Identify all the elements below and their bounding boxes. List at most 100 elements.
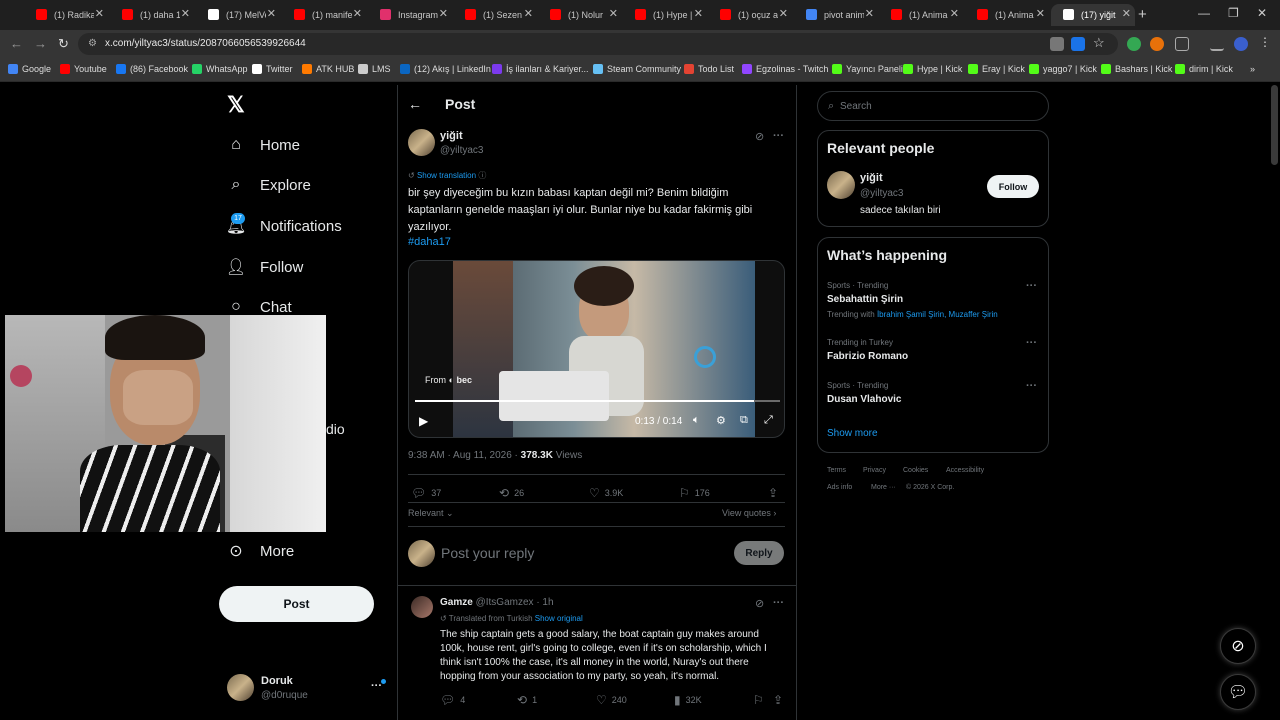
bookmark-item[interactable]: (12) Akış | LinkedIn [400,64,491,74]
extension-orange-icon[interactable] [1150,37,1164,51]
close-tab-icon[interactable]: ✕ [1036,7,1045,20]
close-window-icon[interactable]: ✕ [1257,6,1267,20]
trend-more-icon[interactable]: ··· [1026,337,1037,349]
sidebar-item-follow[interactable]: 👤︎ Follow [226,257,304,277]
browser-tab[interactable]: (1) manife ✕ [282,4,366,26]
close-tab-icon[interactable]: ✕ [609,7,618,20]
browser-tab[interactable]: (1) Anima ✕ [965,4,1049,26]
video-source-name[interactable]: bec [456,375,472,385]
post-author-name[interactable]: yiğit [440,130,463,142]
info-icon[interactable]: ⓘ [478,171,486,180]
reply-action[interactable]: 💬︎ 37 [411,486,441,500]
reply-time[interactable]: · 1h [536,597,553,608]
sidebar-item-more[interactable]: ⊙ More [226,541,294,561]
address-bar[interactable]: ⚙ x.com/yiltyac3/status/2087066056539926… [78,33,1118,55]
browser-tab[interactable]: Instagram ✕ [368,4,452,26]
trending-with-links[interactable]: İbrahim Şamil Şirin, Muzaffer Şirin [877,310,998,319]
close-tab-icon[interactable]: ✕ [1122,7,1131,20]
bookmark-item[interactable]: (86) Facebook [116,64,188,74]
extension-green-icon[interactable] [1127,37,1141,51]
footer-link[interactable]: Cookies [903,467,928,474]
bookmark-item[interactable]: Hype | Kick [903,64,962,74]
back-icon[interactable]: ← [10,36,23,51]
more-bookmarks-icon[interactable]: » [1250,64,1255,74]
trend-name[interactable]: Dusan Vlahovic [827,394,901,405]
browser-tab[interactable]: (1) daha 1 ✕ [110,4,194,26]
bookmark-action[interactable]: ⚐ 176 [679,486,710,500]
bookmark-item[interactable]: dirim | Kick [1175,64,1233,74]
avatar[interactable] [827,171,855,199]
show-translation-link[interactable]: Show translation [417,171,476,180]
trend-name[interactable]: Sebahattin Şirin [827,294,903,305]
reply-sort-dropdown[interactable]: Relevant ⌄ [408,508,454,519]
show-original-link[interactable]: Show original [535,614,583,623]
bookmark-item[interactable]: ATK HUB [302,64,354,74]
bookmark-item[interactable]: yaggo7 | Kick [1029,64,1097,74]
bookmark-item[interactable]: Steam Community [593,64,681,74]
reply-author-name[interactable]: Gamze [440,597,473,608]
video-progress-track[interactable] [415,400,780,402]
close-tab-icon[interactable]: ✕ [95,7,104,20]
bookmark-item[interactable]: Eray | Kick [968,64,1025,74]
bookmark-item[interactable]: Google [8,64,51,74]
hashtag-link[interactable]: #daha17 [408,236,451,248]
bookmark-item[interactable]: WhatsApp [192,64,248,74]
post-timestamp[interactable]: 9:38 AM · Aug 11, 2026 · [408,450,521,461]
grok-fab-icon[interactable]: ⊘ [1220,628,1256,664]
messages-fab-icon[interactable]: 💬︎ [1220,674,1256,710]
post-author-handle[interactable]: @yiltyac3 [440,145,484,156]
browser-tab[interactable]: (17) yiğit ✕ [1051,4,1135,26]
bookmark-item[interactable]: LMS [358,64,391,74]
settings-icon[interactable]: ⚙ [716,414,726,427]
media-controls-icon[interactable] [1210,37,1224,51]
reply-more-icon[interactable]: ··· [773,597,784,609]
extensions-puzzle-icon[interactable] [1175,37,1189,51]
close-tab-icon[interactable]: ✕ [694,7,703,20]
share-icon[interactable]: ⇪ [768,486,783,500]
bookmark-item[interactable]: Bashars | Kick [1101,64,1172,74]
close-tab-icon[interactable]: ✕ [353,7,362,20]
page-scrollbar[interactable] [1271,85,1278,165]
like-action[interactable]: ♡ 3.9K [589,486,623,500]
close-tab-icon[interactable]: ✕ [439,7,448,20]
back-arrow-icon[interactable]: ← [408,96,422,112]
minimize-icon[interactable]: — [1198,6,1210,20]
close-tab-icon[interactable]: ✕ [181,7,190,20]
browser-tab[interactable]: (1) Hype | ✕ [623,4,707,26]
avatar[interactable] [227,674,254,701]
reply-input[interactable]: Post your reply [441,545,534,561]
profile-avatar-icon[interactable] [1234,37,1248,51]
forward-icon[interactable]: → [34,36,47,51]
show-more-link[interactable]: Show more [827,428,878,439]
search-input[interactable]: ⌕ Search [817,91,1049,121]
grok-icon[interactable]: ⊘ [755,597,764,610]
browser-tab[interactable]: (17) MelVe ✕ [196,4,280,26]
browser-menu-icon[interactable]: ⋮ [1259,35,1273,49]
browser-tab[interactable]: (1) Sezen ✕ [453,4,537,26]
close-tab-icon[interactable]: ✕ [950,7,959,20]
fullscreen-icon[interactable]: ⤢ [764,414,773,427]
close-tab-icon[interactable]: ✕ [865,7,874,20]
maximize-icon[interactable]: ❐ [1228,6,1239,20]
person-name[interactable]: yiğit [860,172,883,184]
play-icon[interactable]: ▶ [419,414,428,428]
browser-tab[interactable]: pivot anim ✕ [794,4,878,26]
like-action[interactable]: ♡ 240 [596,693,627,707]
bookmark-item[interactable]: Youtube [60,64,107,74]
reply-action[interactable]: 💬︎ 4 [440,693,465,707]
sidebar-item-home[interactable]: ⌂ Home [226,135,300,155]
video-player[interactable]: From ◐ bec ▶ 0:13 / 0:14 🔈︎ ⚙ ⧉ ⤢ [408,260,785,438]
bookmark-item[interactable]: Egzolinas - Twitch [742,64,828,74]
sidebar-item-chat[interactable]: ○ Chat [226,297,292,317]
views-action[interactable]: ▮ 32K [674,693,702,707]
bookmark-item[interactable]: Yayıncı Paneli [832,64,903,74]
footer-link[interactable]: Terms [827,467,846,474]
repost-action[interactable]: ⟲ 26 [499,486,524,500]
browser-tab[interactable]: (1) Radika ✕ [24,4,108,26]
post-more-icon[interactable]: ··· [773,130,784,142]
extension-icon[interactable] [1071,37,1085,51]
footer-link[interactable]: Accessibility [946,467,984,474]
grok-icon[interactable]: ⊘ [755,130,764,143]
trend-more-icon[interactable]: ··· [1026,280,1037,292]
post-button[interactable]: Post [219,586,374,622]
